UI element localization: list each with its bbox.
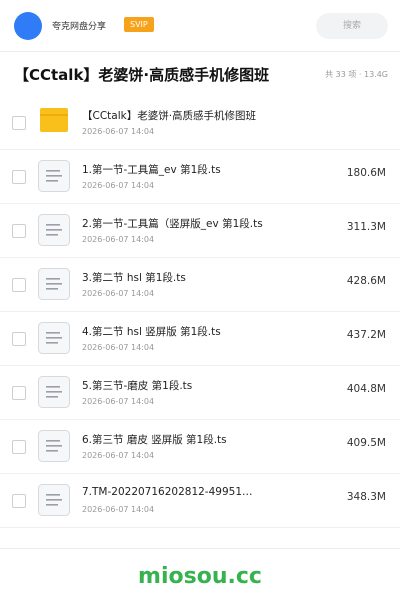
file-name: 2.第一节-工具篇（竖屏版_ev 第1段.ts — [82, 218, 263, 230]
file-name: 3.第二节 hsl 第1段.ts — [82, 272, 186, 284]
file-date: 2026-06-07 14:04 — [82, 505, 155, 514]
file-date: 2026-06-07 14:04 — [82, 181, 155, 190]
list-item[interactable]: 【CCtalk】老婆饼·高质感手机修图班 2026-06-07 14:04 — [0, 96, 400, 150]
file-icon — [38, 376, 70, 408]
list-item[interactable]: 4.第二节 hsl 竖屏版 第1段.ts 2026-06-07 14:04 43… — [0, 312, 400, 366]
select-checkbox[interactable] — [12, 494, 26, 508]
file-size: 404.8M — [346, 383, 386, 395]
file-size: 428.6M — [346, 275, 386, 287]
item-summary: 共 33 项 · 13.4G — [325, 70, 388, 79]
select-checkbox[interactable] — [12, 116, 26, 130]
avatar[interactable] — [14, 12, 42, 40]
file-name: 7.TM-20220716202812-49951… — [82, 486, 253, 498]
list-item[interactable]: 2.第一节-工具篇（竖屏版_ev 第1段.ts 2026-06-07 14:04… — [0, 204, 400, 258]
search-input[interactable]: 搜索 — [316, 13, 388, 39]
file-date: 2026-06-07 14:04 — [82, 451, 155, 460]
file-size: 311.3M — [346, 221, 386, 233]
share-page: 夸克网盘分享 SVIP 搜索 【CCtalk】老婆饼·高质感手机修图班 共 33… — [0, 0, 400, 600]
list-item[interactable]: 3.第二节 hsl 第1段.ts 2026-06-07 14:04 428.6M — [0, 258, 400, 312]
select-checkbox[interactable] — [12, 386, 26, 400]
header-bar: 夸克网盘分享 SVIP 搜索 — [0, 0, 400, 52]
file-icon — [38, 430, 70, 462]
watermark: miosou.cc — [138, 564, 262, 589]
file-date: 2026-06-07 14:04 — [82, 289, 155, 298]
file-date: 2026-06-07 14:04 — [82, 127, 155, 136]
select-checkbox[interactable] — [12, 170, 26, 184]
folder-icon — [40, 108, 68, 132]
list-item[interactable]: 7.TM-20220716202812-49951… 2026-06-07 14… — [0, 474, 400, 528]
title-row: 【CCtalk】老婆饼·高质感手机修图班 共 33 项 · 13.4G — [0, 62, 400, 90]
select-checkbox[interactable] — [12, 332, 26, 346]
list-item[interactable]: 6.第三节 磨皮 竖屏版 第1段.ts 2026-06-07 14:04 409… — [0, 420, 400, 474]
select-checkbox[interactable] — [12, 224, 26, 238]
file-size: 409.5M — [346, 437, 386, 449]
file-icon — [38, 268, 70, 300]
file-date: 2026-06-07 14:04 — [82, 235, 155, 244]
file-list: 【CCtalk】老婆饼·高质感手机修图班 2026-06-07 14:04 1.… — [0, 96, 400, 528]
list-item[interactable]: 5.第三节-磨皮 第1段.ts 2026-06-07 14:04 404.8M — [0, 366, 400, 420]
file-size: 437.2M — [346, 329, 386, 341]
file-name: 1.第一节-工具篇_ev 第1段.ts — [82, 164, 221, 176]
file-name: 6.第三节 磨皮 竖屏版 第1段.ts — [82, 434, 227, 446]
file-icon — [38, 484, 70, 516]
file-name: 【CCtalk】老婆饼·高质感手机修图班 — [82, 110, 257, 122]
select-checkbox[interactable] — [12, 440, 26, 454]
svip-badge: SVIP — [124, 17, 154, 32]
file-date: 2026-06-07 14:04 — [82, 397, 155, 406]
file-date: 2026-06-07 14:04 — [82, 343, 155, 352]
file-name: 4.第二节 hsl 竖屏版 第1段.ts — [82, 326, 221, 338]
file-icon — [38, 322, 70, 354]
file-size: 180.6M — [346, 167, 386, 179]
share-name: 夸克网盘分享 — [52, 22, 107, 32]
file-icon — [38, 160, 70, 192]
file-size: 348.3M — [346, 491, 386, 503]
list-item[interactable]: 1.第一节-工具篇_ev 第1段.ts 2026-06-07 14:04 180… — [0, 150, 400, 204]
page-title: 【CCtalk】老婆饼·高质感手机修图班 — [14, 66, 270, 84]
file-name: 5.第三节-磨皮 第1段.ts — [82, 380, 193, 392]
select-checkbox[interactable] — [12, 278, 26, 292]
file-icon — [38, 214, 70, 246]
